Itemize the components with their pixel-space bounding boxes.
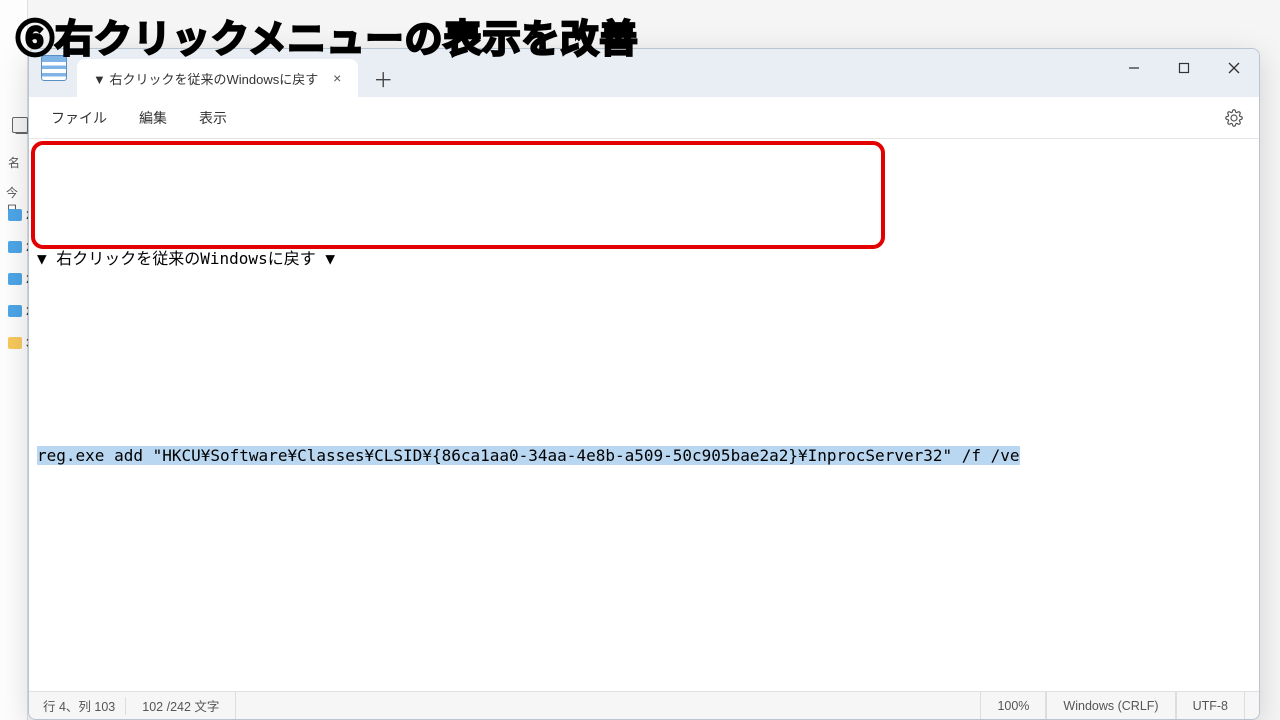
notepad-window: ▼ 右クリックを従来のWindowsに戻す × ＋ ファイル 編集 表示 <box>28 48 1260 720</box>
new-tab-button[interactable]: ＋ <box>366 61 400 95</box>
status-zoom[interactable]: 100% <box>980 692 1046 719</box>
menu-edit[interactable]: 編集 <box>125 102 181 134</box>
status-char-count: 102 /242 文字 <box>126 692 236 719</box>
status-encoding: UTF-8 <box>1176 692 1245 719</box>
maximize-icon <box>1178 62 1190 74</box>
window-controls <box>1109 49 1259 87</box>
close-button[interactable] <box>1209 49 1259 87</box>
background-explorer: 名 今日 2 2 2 2 3 <box>0 0 28 720</box>
tab-close-button[interactable]: × <box>328 69 346 87</box>
minimize-icon <box>1128 62 1140 74</box>
menubar: ファイル 編集 表示 <box>29 97 1259 139</box>
copy-icon <box>15 120 29 134</box>
text-editor[interactable]: ▼ 右クリックを従来のWindowsに戻す ▼ reg.exe add "HKC… <box>29 139 1259 691</box>
file-icon <box>8 305 22 317</box>
folder-icon <box>8 337 22 349</box>
file-icon <box>8 209 22 221</box>
tab-active[interactable]: ▼ 右クリックを従来のWindowsに戻す × <box>77 59 358 97</box>
tab-title: ▼ 右クリックを従来のWindowsに戻す <box>93 69 318 88</box>
settings-button[interactable] <box>1221 105 1247 131</box>
file-icon <box>8 273 22 285</box>
statusbar: 行 4、列 103 102 /242 文字 100% Windows (CRLF… <box>29 691 1259 719</box>
menu-file[interactable]: ファイル <box>37 102 121 134</box>
editor-blank <box>37 342 1251 375</box>
gear-icon <box>1225 109 1243 127</box>
editor-blank <box>37 539 1251 572</box>
menu-view[interactable]: 表示 <box>185 102 241 134</box>
close-icon <box>1228 62 1240 74</box>
selected-text: reg.exe add "HKCU¥Software¥Classes¥CLSID… <box>37 446 1020 465</box>
editor-command-1: reg.exe add "HKCU¥Software¥Classes¥CLSID… <box>37 440 1251 473</box>
editor-blank <box>37 637 1251 670</box>
status-eol: Windows (CRLF) <box>1046 692 1175 719</box>
minimize-button[interactable] <box>1109 49 1159 87</box>
bg-name-header: 名 <box>8 154 20 171</box>
status-cursor-pos: 行 4、列 103 <box>43 692 125 719</box>
file-icon <box>8 241 22 253</box>
annotation-highlight <box>31 141 885 249</box>
maximize-button[interactable] <box>1159 49 1209 87</box>
editor-heading-1: ▼ 右クリックを従来のWindowsに戻す ▼ <box>37 243 1251 276</box>
overlay-title: ⑥右クリックメニューの表示を改善 <box>16 8 638 63</box>
